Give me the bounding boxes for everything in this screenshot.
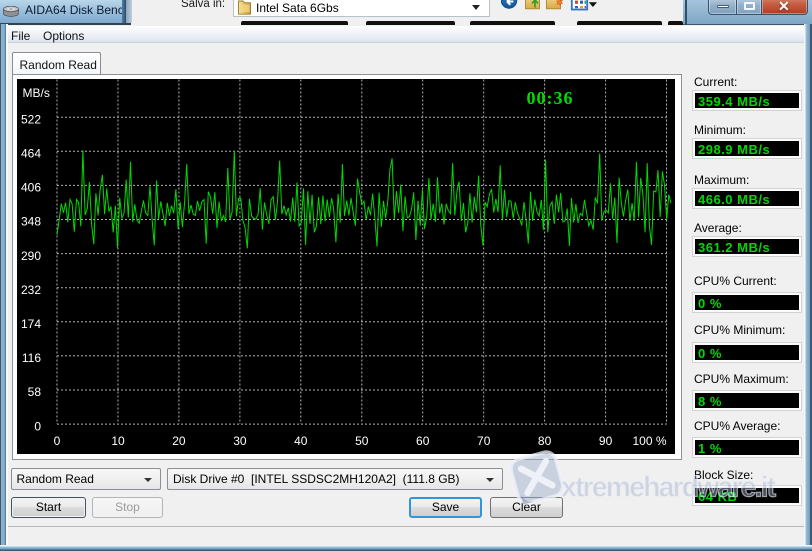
- svg-text:0: 0: [34, 419, 41, 433]
- svg-text:70: 70: [477, 434, 491, 448]
- svg-text:348: 348: [20, 214, 40, 228]
- svg-text:522: 522: [20, 112, 40, 126]
- svg-text:50: 50: [355, 434, 369, 448]
- svg-text:MB/s: MB/s: [22, 86, 49, 100]
- svg-text:290: 290: [20, 248, 40, 262]
- svg-text:10: 10: [111, 434, 125, 448]
- svg-text:116: 116: [21, 351, 40, 365]
- svg-text:174: 174: [20, 317, 40, 331]
- svg-text:232: 232: [20, 282, 40, 296]
- svg-text:80: 80: [537, 434, 551, 448]
- svg-text:58: 58: [27, 385, 41, 399]
- svg-text:406: 406: [20, 180, 40, 194]
- svg-text:90: 90: [598, 434, 612, 448]
- svg-text:20: 20: [172, 434, 186, 448]
- svg-text:464: 464: [20, 146, 40, 160]
- svg-text:30: 30: [233, 434, 247, 448]
- svg-text:0: 0: [53, 434, 60, 448]
- svg-text:100 %: 100 %: [632, 434, 666, 448]
- svg-text:60: 60: [416, 434, 430, 448]
- svg-text:40: 40: [294, 434, 308, 448]
